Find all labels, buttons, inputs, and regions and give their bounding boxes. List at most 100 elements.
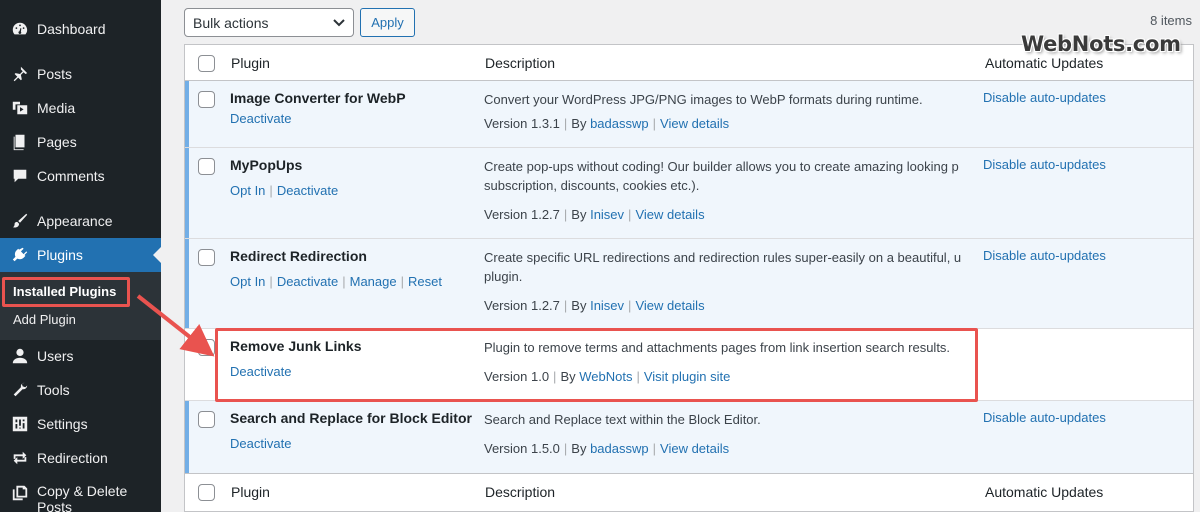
comments-icon	[10, 166, 30, 186]
apply-button[interactable]: Apply	[360, 8, 415, 37]
view-details-link[interactable]: View details	[660, 116, 729, 131]
active-stripe	[185, 401, 189, 473]
users-icon	[10, 346, 30, 366]
sidebar-item-media[interactable]: Media	[0, 91, 161, 125]
brush-icon	[10, 211, 30, 231]
disable-auto-updates-link[interactable]: Disable auto-updates	[983, 90, 1106, 105]
item-count: 8 items	[1150, 13, 1192, 28]
view-details-link[interactable]: View details	[635, 207, 704, 222]
sidebar-item-tools[interactable]: Tools	[0, 373, 161, 407]
row-checkbox[interactable]	[198, 339, 215, 356]
row-actions: Deactivate	[230, 436, 291, 451]
admin-sidebar: Dashboard Posts Media Pages Comments App…	[0, 0, 161, 512]
deactivate-link[interactable]: Deactivate	[230, 436, 291, 451]
row-actions: Deactivate	[230, 111, 291, 126]
manage-link[interactable]: Manage	[350, 274, 397, 289]
row-checkbox[interactable]	[198, 411, 215, 428]
plugin-name: Remove Junk Links	[230, 338, 362, 354]
deactivate-link[interactable]: Deactivate	[277, 274, 338, 289]
redirect-icon	[10, 448, 30, 468]
deactivate-link[interactable]: Deactivate	[277, 183, 338, 198]
plugin-description: Create pop-ups without coding! Our build…	[484, 159, 959, 193]
plugin-meta: Version 1.2.7 | By Inisev | View details	[484, 298, 705, 313]
plugin-description: Convert your WordPress JPG/PNG images to…	[484, 92, 923, 107]
active-stripe	[185, 148, 189, 238]
sidebar-item-label: Plugins	[37, 247, 83, 263]
column-header-auto-updates: Automatic Updates	[985, 55, 1104, 71]
chevron-down-icon	[325, 18, 353, 27]
visit-plugin-site-link[interactable]: Visit plugin site	[644, 369, 730, 384]
active-stripe	[185, 239, 189, 328]
row-checkbox[interactable]	[198, 158, 215, 175]
table-row: MyPopUps Opt In | Deactivate Create pop-up…	[185, 148, 1193, 239]
select-all-checkbox[interactable]	[198, 55, 215, 72]
deactivate-link[interactable]: Deactivate	[230, 364, 291, 379]
sidebar-item-dashboard[interactable]: Dashboard	[0, 12, 161, 46]
view-details-link[interactable]: View details	[635, 298, 704, 313]
author-link[interactable]: badasswp	[590, 441, 649, 456]
sidebar-item-label: Pages	[37, 134, 77, 150]
table-row: Redirect Redirection Opt In | Deactivate | M…	[185, 239, 1193, 329]
sidebar-item-label: Dashboard	[37, 21, 106, 37]
active-stripe	[185, 81, 189, 147]
table-footer: Plugin Description Automatic Updates	[185, 473, 1193, 509]
bulk-actions-value: Bulk actions	[193, 14, 269, 31]
sidebar-item-plugins[interactable]: Plugins	[0, 238, 161, 272]
select-all-checkbox[interactable]	[198, 484, 215, 501]
plugins-table: Plugin Description Automatic Updates Ima…	[184, 44, 1194, 512]
plugin-meta: Version 1.2.7 | By Inisev | View details	[484, 207, 705, 222]
author-link[interactable]: Inisev	[590, 207, 624, 222]
column-header-plugin[interactable]: Plugin	[231, 55, 270, 71]
plugin-meta: Version 1.5.0 | By badasswp | View details	[484, 441, 730, 456]
sidebar-item-posts[interactable]: Posts	[0, 57, 161, 91]
sidebar-item-label: Redirection	[37, 450, 108, 466]
sidebar-item-label: Posts	[37, 66, 73, 82]
sidebar-item-copy-delete-posts[interactable]: Copy & Delete Posts	[0, 475, 161, 512]
media-icon	[10, 98, 30, 118]
plugin-icon	[10, 245, 30, 265]
deactivate-link[interactable]: Deactivate	[230, 111, 291, 126]
table-row: Image Converter for WebP Deactivate Conv…	[185, 81, 1193, 148]
plugin-name: Search and Replace for Block Editor	[230, 410, 472, 426]
sidebar-item-redirection[interactable]: Redirection	[0, 441, 161, 475]
sidebar-item-label: Comments	[37, 168, 105, 184]
sidebar-item-users[interactable]: Users	[0, 339, 161, 373]
reset-link[interactable]: Reset	[408, 274, 442, 289]
table-row: Search and Replace for Block Editor Deac…	[185, 401, 1193, 473]
sidebar-item-label: Media	[37, 100, 76, 116]
sidebar-item-appearance[interactable]: Appearance	[0, 204, 161, 238]
sidebar-item-label: Appearance	[37, 213, 113, 229]
view-details-link[interactable]: View details	[660, 441, 729, 456]
dashboard-icon	[10, 19, 30, 39]
plugin-name: Image Converter for WebP	[230, 90, 406, 106]
sidebar-item-label: Tools	[37, 382, 70, 398]
sidebar-item-comments[interactable]: Comments	[0, 159, 161, 193]
disable-auto-updates-link[interactable]: Disable auto-updates	[983, 157, 1106, 172]
sidebar-item-settings[interactable]: Settings	[0, 407, 161, 441]
plugin-name: Redirect Redirection	[230, 248, 367, 264]
column-header-plugin[interactable]: Plugin	[231, 484, 270, 500]
row-checkbox[interactable]	[198, 249, 215, 266]
author-link[interactable]: badasswp	[590, 116, 649, 131]
row-actions: Deactivate	[230, 364, 291, 379]
pages-icon	[10, 132, 30, 152]
pin-icon	[10, 64, 30, 84]
row-checkbox[interactable]	[198, 91, 215, 108]
disable-auto-updates-link[interactable]: Disable auto-updates	[983, 410, 1106, 425]
row-actions: Opt In | Deactivate | Manage | Reset	[230, 274, 442, 289]
disable-auto-updates-link[interactable]: Disable auto-updates	[983, 248, 1106, 263]
highlight-box-installed-plugins	[2, 277, 130, 307]
author-link[interactable]: WebNots	[579, 369, 632, 384]
submenu-add-plugin[interactable]: Add Plugin	[13, 312, 76, 327]
plugin-description: Create specific URL redirections and red…	[484, 250, 962, 284]
column-header-description: Description	[485, 484, 556, 500]
column-header-description: Description	[485, 55, 556, 71]
wrench-icon	[10, 380, 30, 400]
row-actions: Opt In | Deactivate	[230, 183, 339, 198]
plugin-description: Search and Replace text within the Block…	[484, 412, 761, 427]
opt-in-link[interactable]: Opt In	[230, 274, 265, 289]
opt-in-link[interactable]: Opt In	[230, 183, 265, 198]
bulk-actions-select[interactable]: Bulk actions	[184, 8, 354, 37]
sidebar-item-pages[interactable]: Pages	[0, 125, 161, 159]
author-link[interactable]: Inisev	[590, 298, 624, 313]
